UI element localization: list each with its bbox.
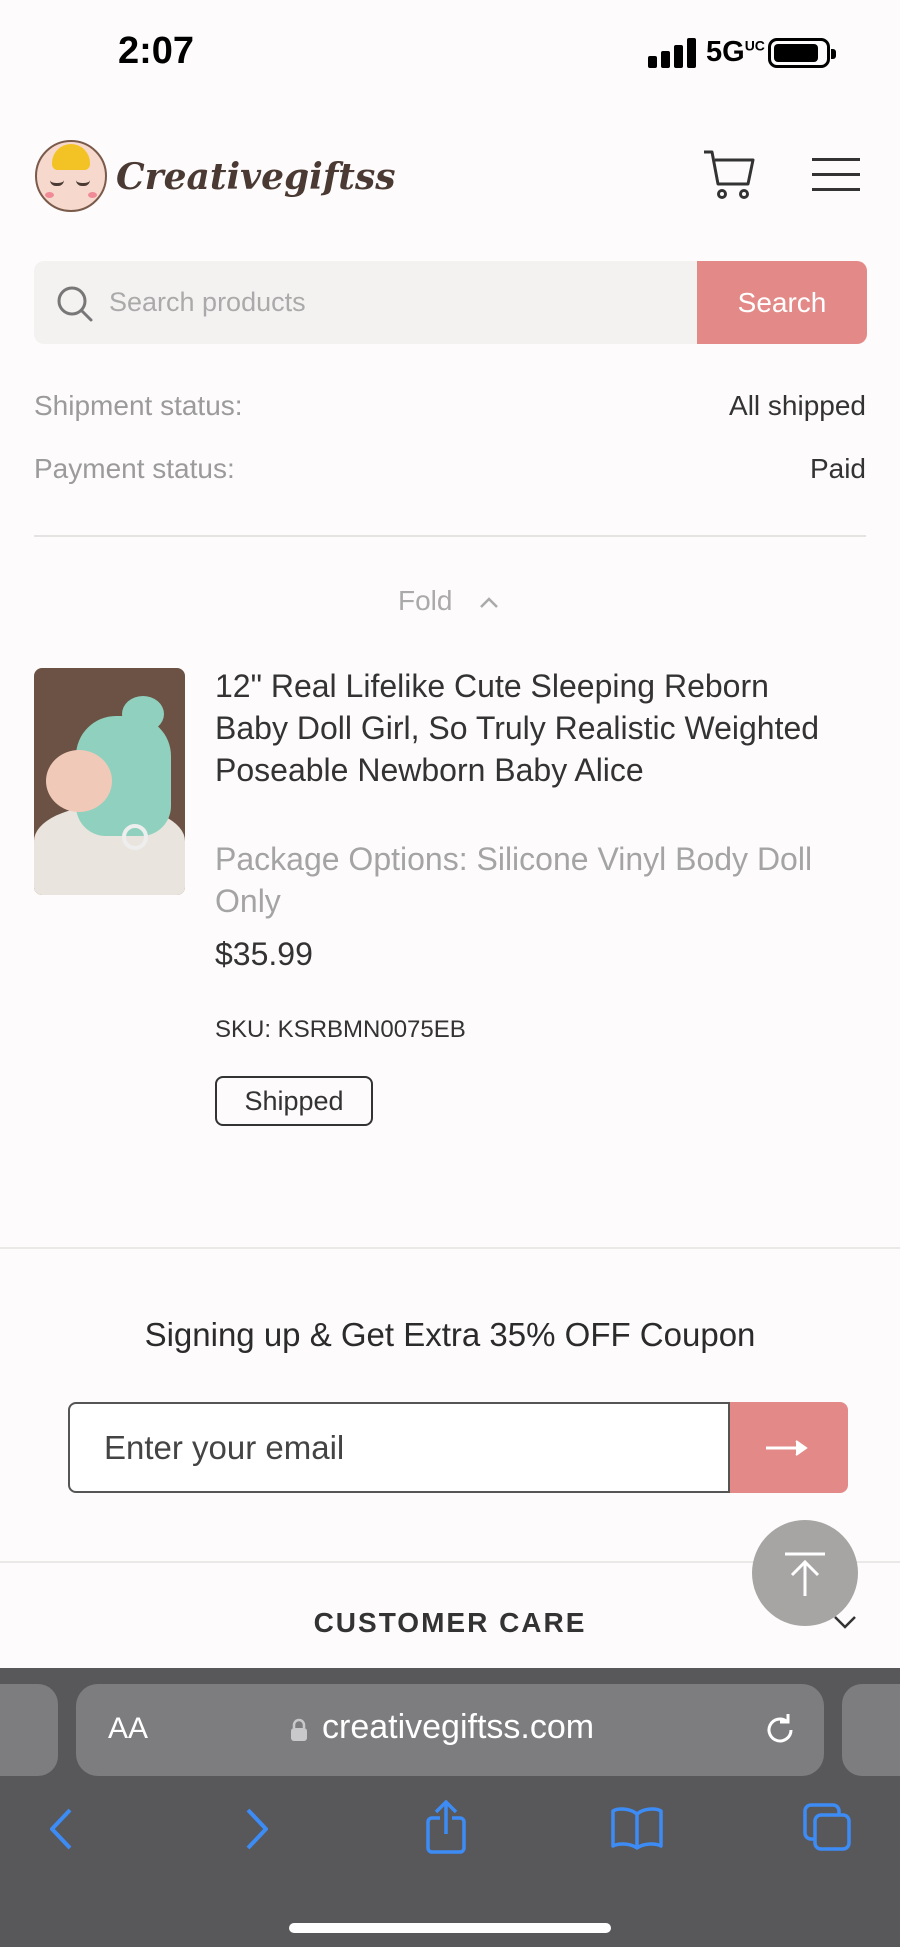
status-badge: Shipped <box>215 1076 373 1126</box>
arrow-right-icon <box>766 1440 808 1456</box>
home-indicator <box>289 1923 611 1933</box>
status-time: 2:07 <box>118 30 195 72</box>
back-to-top-button[interactable] <box>752 1520 858 1626</box>
product-image[interactable] <box>34 668 185 895</box>
address-bar[interactable]: AA creativegiftss.com <box>76 1684 824 1776</box>
arrow-up-icon <box>785 1552 825 1596</box>
chevron-up-icon <box>480 597 498 608</box>
search-button[interactable]: Search <box>697 261 867 344</box>
shipment-status-value: All shipped <box>729 390 866 421</box>
product-sku: SKU: KSRBMN0075EB <box>215 1016 466 1043</box>
search-icon <box>57 286 93 322</box>
network-label: 5GUC <box>706 36 765 68</box>
search-bar <box>34 261 697 344</box>
lock-icon <box>291 1718 307 1741</box>
reader-settings-button[interactable]: AA <box>108 1712 148 1746</box>
section-divider <box>0 1247 900 1249</box>
shipment-status-label: Shipment status: <box>34 390 243 421</box>
next-tab[interactable] <box>842 1684 900 1776</box>
forward-icon[interactable] <box>242 1806 272 1852</box>
bookmarks-icon[interactable] <box>610 1806 664 1850</box>
newsletter-title: Signing up & Get Extra 35% OFF Coupon <box>144 1316 756 1353</box>
product-title[interactable]: 12" Real Lifelike Cute Sleeping Reborn B… <box>215 665 845 791</box>
battery-icon <box>768 38 836 68</box>
payment-status-label: Payment status: <box>34 453 235 484</box>
status-bar: 2:07 5GUC <box>0 0 900 110</box>
subscribe-button[interactable] <box>730 1402 848 1493</box>
share-icon[interactable] <box>422 1800 470 1854</box>
menu-icon[interactable] <box>812 156 860 192</box>
email-field[interactable] <box>68 1402 730 1493</box>
tabs-icon[interactable] <box>802 1802 852 1852</box>
payment-status-value: Paid <box>809 453 866 484</box>
browser-toolbar: AA creativegiftss.com <box>0 1668 900 1947</box>
search-input[interactable] <box>109 261 669 344</box>
product-price: $35.99 <box>215 936 313 972</box>
fold-label: Fold <box>398 585 453 616</box>
previous-tab[interactable] <box>0 1684 58 1776</box>
url-text: creativegiftss.com <box>322 1708 595 1746</box>
back-icon[interactable] <box>46 1806 76 1852</box>
product-option: Package Options: Silicone Vinyl Body Dol… <box>215 841 813 919</box>
reload-icon[interactable] <box>760 1710 800 1750</box>
logo-text: Creativegiftss <box>116 156 396 198</box>
divider <box>34 535 866 537</box>
signal-icon <box>648 38 696 68</box>
cart-icon[interactable] <box>702 148 758 200</box>
